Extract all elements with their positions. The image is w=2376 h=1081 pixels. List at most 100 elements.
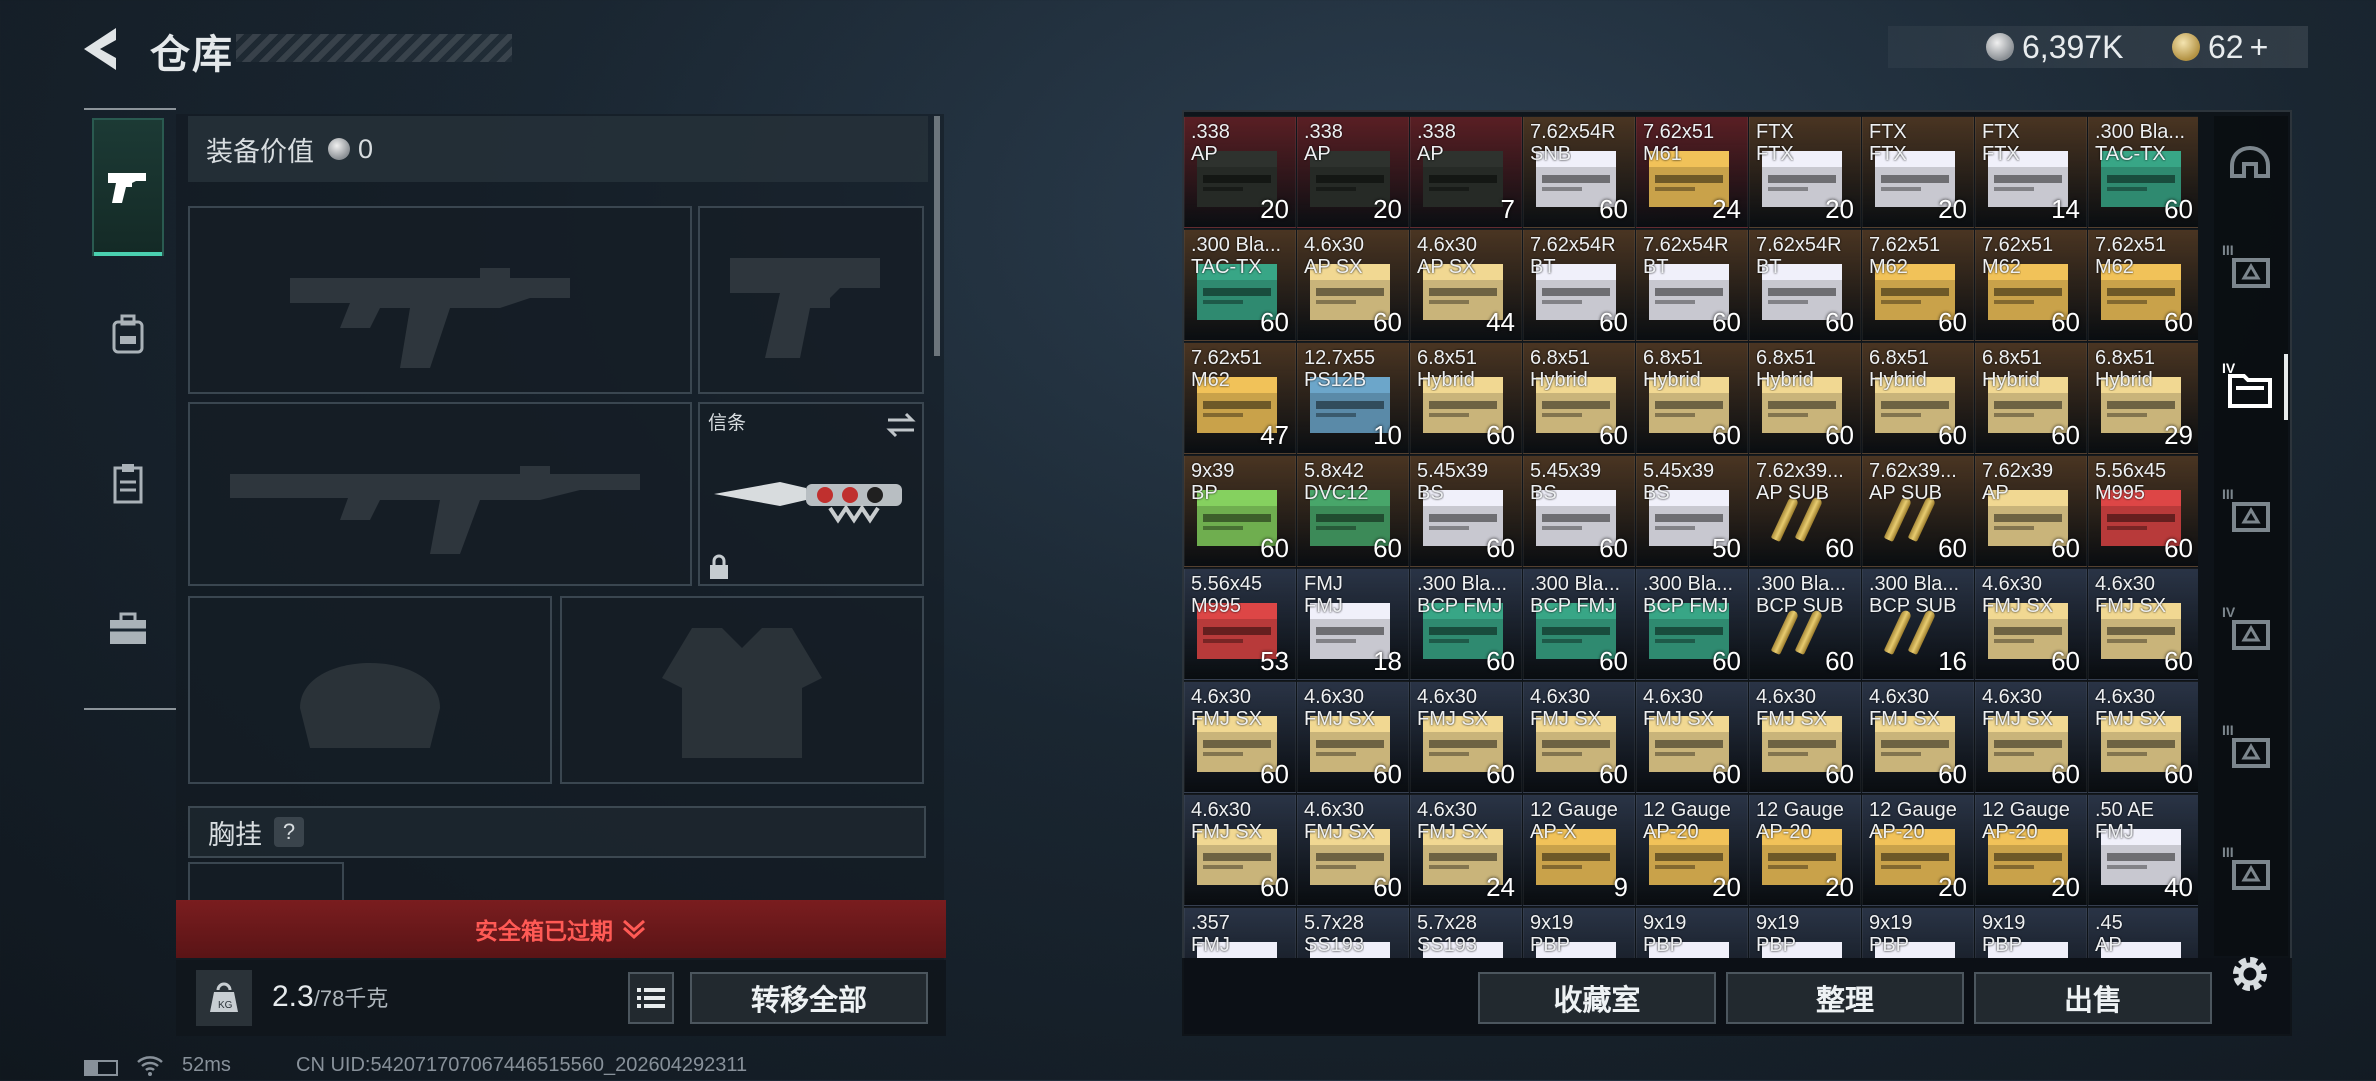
- inventory-item[interactable]: .300 Bla... BCP SUB 16: [1862, 568, 1974, 680]
- secondary-weapon-slot[interactable]: [698, 206, 924, 394]
- inventory-item[interactable]: .338 AP 7: [1410, 116, 1522, 228]
- inventory-item[interactable]: 5.56x45 M995 53: [1184, 568, 1296, 680]
- inventory-item[interactable]: 7.62x51 M61 24: [1636, 116, 1748, 228]
- nav-item-weapons[interactable]: [92, 118, 164, 256]
- inventory-item[interactable]: .45 AP: [2088, 907, 2198, 958]
- inventory-item[interactable]: 4.6x30 FMJ SX 60: [1975, 681, 2087, 793]
- inventory-item[interactable]: 4.6x30 FMJ SX 60: [1297, 681, 1409, 793]
- inventory-item[interactable]: 7.62x51 M62 60: [1975, 229, 2087, 341]
- inventory-item[interactable]: 6.8x51 Hybrid 29: [2088, 342, 2198, 454]
- inventory-item[interactable]: 5.45x39 BS 50: [1636, 455, 1748, 567]
- inventory-item[interactable]: .50 AE FMJ 40: [2088, 794, 2198, 906]
- secure-container-expired-bar[interactable]: 安全箱已过期: [176, 900, 946, 958]
- rail-item-tier3-backpack[interactable]: III: [2214, 216, 2288, 324]
- inventory-item[interactable]: 4.6x30 FMJ SX 60: [2088, 568, 2198, 680]
- inventory-item[interactable]: 12 Gauge AP-20 20: [1749, 794, 1861, 906]
- nav-item-clipboard[interactable]: [92, 414, 164, 552]
- sort-button[interactable]: 整理: [1726, 972, 1964, 1024]
- inventory-item[interactable]: 7.62x51 M62 47: [1184, 342, 1296, 454]
- rail-item-tier4-folder[interactable]: IV: [2214, 334, 2288, 442]
- inventory-item[interactable]: .300 Bla... BCP FMJ 60: [1523, 568, 1635, 680]
- transfer-all-button[interactable]: 转移全部: [690, 972, 928, 1024]
- inventory-item[interactable]: 5.45x39 BS 60: [1523, 455, 1635, 567]
- inventory-item[interactable]: .338 AP 20: [1297, 116, 1409, 228]
- collection-room-button[interactable]: 收藏室: [1478, 972, 1716, 1024]
- inventory-item[interactable]: 4.6x30 FMJ SX 60: [2088, 681, 2198, 793]
- inventory-item[interactable]: 12 Gauge AP-20 20: [1636, 794, 1748, 906]
- inventory-item[interactable]: 7.62x39... AP SUB 60: [1749, 455, 1861, 567]
- inventory-item[interactable]: .357 FMJ: [1184, 907, 1296, 958]
- inventory-item[interactable]: 6.8x51 Hybrid 60: [1636, 342, 1748, 454]
- inventory-item[interactable]: 4.6x30 FMJ SX 24: [1410, 794, 1522, 906]
- tertiary-weapon-slot[interactable]: [188, 402, 692, 586]
- inventory-item[interactable]: 4.6x30 FMJ SX 60: [1636, 681, 1748, 793]
- inventory-item[interactable]: 9x19 PBP: [1523, 907, 1635, 958]
- rail-item-tier3-weapon[interactable]: III: [2214, 460, 2288, 568]
- rail-item-helmet[interactable]: [2214, 106, 2288, 214]
- nav-item-case[interactable]: [92, 560, 164, 698]
- inventory-item[interactable]: 7.62x54R BT 60: [1636, 229, 1748, 341]
- inventory-item[interactable]: 4.6x30 FMJ SX 60: [1297, 794, 1409, 906]
- inventory-item[interactable]: 9x19 PBP: [1975, 907, 2087, 958]
- inventory-item[interactable]: FMJ FMJ 18: [1297, 568, 1409, 680]
- helmet-slot[interactable]: [188, 596, 552, 784]
- inventory-item[interactable]: 12 Gauge AP-X 9: [1523, 794, 1635, 906]
- inventory-item[interactable]: 5.45x39 BS 60: [1410, 455, 1522, 567]
- inventory-item[interactable]: 6.8x51 Hybrid 60: [1862, 342, 1974, 454]
- inventory-item[interactable]: 4.6x30 FMJ SX 60: [1975, 568, 2087, 680]
- inventory-item[interactable]: 6.8x51 Hybrid 60: [1410, 342, 1522, 454]
- primary-weapon-slot[interactable]: [188, 206, 692, 394]
- rail-item-tier4-medical[interactable]: IV: [2214, 578, 2288, 686]
- inventory-item[interactable]: 12 Gauge AP-20 20: [1862, 794, 1974, 906]
- inventory-item[interactable]: 4.6x30 FMJ SX 60: [1410, 681, 1522, 793]
- inventory-item[interactable]: 12 Gauge AP-20 20: [1975, 794, 2087, 906]
- inventory-item[interactable]: 7.62x39 AP 60: [1975, 455, 2087, 567]
- inventory-item[interactable]: 9x19 PBP: [1749, 907, 1861, 958]
- sell-button[interactable]: 出售: [1974, 972, 2212, 1024]
- inventory-item[interactable]: 4.6x30 FMJ SX 60: [1862, 681, 1974, 793]
- inventory-item[interactable]: FTX FTX 14: [1975, 116, 2087, 228]
- loadout-scrollbar[interactable]: [934, 116, 940, 356]
- swap-icon[interactable]: [886, 412, 916, 438]
- inventory-item[interactable]: .300 Bla... TAC-TX 60: [1184, 229, 1296, 341]
- inventory-item[interactable]: .300 Bla... TAC-TX 60: [2088, 116, 2198, 228]
- settings-button[interactable]: [2226, 950, 2278, 1002]
- inventory-item[interactable]: .338 AP 20: [1184, 116, 1296, 228]
- inventory-item[interactable]: 4.6x30 FMJ SX 60: [1184, 681, 1296, 793]
- inventory-item[interactable]: 4.6x30 AP SX 60: [1297, 229, 1409, 341]
- inventory-item[interactable]: 9x19 PBP: [1862, 907, 1974, 958]
- body-armor-slot[interactable]: [560, 596, 924, 784]
- inventory-item[interactable]: 5.7x28 SS193: [1410, 907, 1522, 958]
- inventory-item[interactable]: 6.8x51 Hybrid 60: [1749, 342, 1861, 454]
- inventory-item[interactable]: 4.6x30 AP SX 44: [1410, 229, 1522, 341]
- inventory-item[interactable]: .300 Bla... BCP FMJ 60: [1636, 568, 1748, 680]
- inventory-item[interactable]: 4.6x30 FMJ SX 60: [1523, 681, 1635, 793]
- inventory-item[interactable]: 9x39 BP 60: [1184, 455, 1296, 567]
- inventory-item[interactable]: FTX FTX 20: [1749, 116, 1861, 228]
- inventory-item[interactable]: 6.8x51 Hybrid 60: [1975, 342, 2087, 454]
- inventory-item[interactable]: .300 Bla... BCP SUB 60: [1749, 568, 1861, 680]
- rail-item-tier3-warning-2[interactable]: III: [2214, 818, 2288, 926]
- add-currency-button[interactable]: +: [2250, 29, 2269, 66]
- inventory-item[interactable]: 7.62x39... AP SUB 60: [1862, 455, 1974, 567]
- help-button[interactable]: ?: [274, 817, 304, 847]
- inventory-item[interactable]: 12.7x55 PS12B 10: [1297, 342, 1409, 454]
- inventory-item[interactable]: 7.62x54R BT 60: [1523, 229, 1635, 341]
- inventory-item[interactable]: 7.62x54R BT 60: [1749, 229, 1861, 341]
- inventory-item[interactable]: 4.6x30 FMJ SX 60: [1184, 794, 1296, 906]
- inventory-item[interactable]: 6.8x51 Hybrid 60: [1523, 342, 1635, 454]
- inventory-item[interactable]: 4.6x30 FMJ SX 60: [1749, 681, 1861, 793]
- nav-item-backpack[interactable]: [92, 266, 164, 404]
- inventory-item[interactable]: FTX FTX 20: [1862, 116, 1974, 228]
- inventory-item[interactable]: 5.8x42 DVC12 60: [1297, 455, 1409, 567]
- inventory-item[interactable]: 5.56x45 M995 60: [2088, 455, 2198, 567]
- rail-item-tier3-warning[interactable]: III: [2214, 696, 2288, 804]
- chest-rig-slot[interactable]: [188, 862, 344, 902]
- inventory-item[interactable]: 5.7x28 SS193: [1297, 907, 1409, 958]
- inventory-item[interactable]: .300 Bla... BCP FMJ 60: [1410, 568, 1522, 680]
- melee-slot[interactable]: 信条: [698, 402, 924, 586]
- inventory-grid-viewport[interactable]: .338 AP 20.338 AP 20.338 AP 7 7.62x54R SNB 60 7.62…: [1184, 116, 2198, 958]
- list-view-button[interactable]: [628, 972, 674, 1024]
- inventory-item[interactable]: 7.62x51 M62 60: [1862, 229, 1974, 341]
- inventory-item[interactable]: 9x19 PBP: [1636, 907, 1748, 958]
